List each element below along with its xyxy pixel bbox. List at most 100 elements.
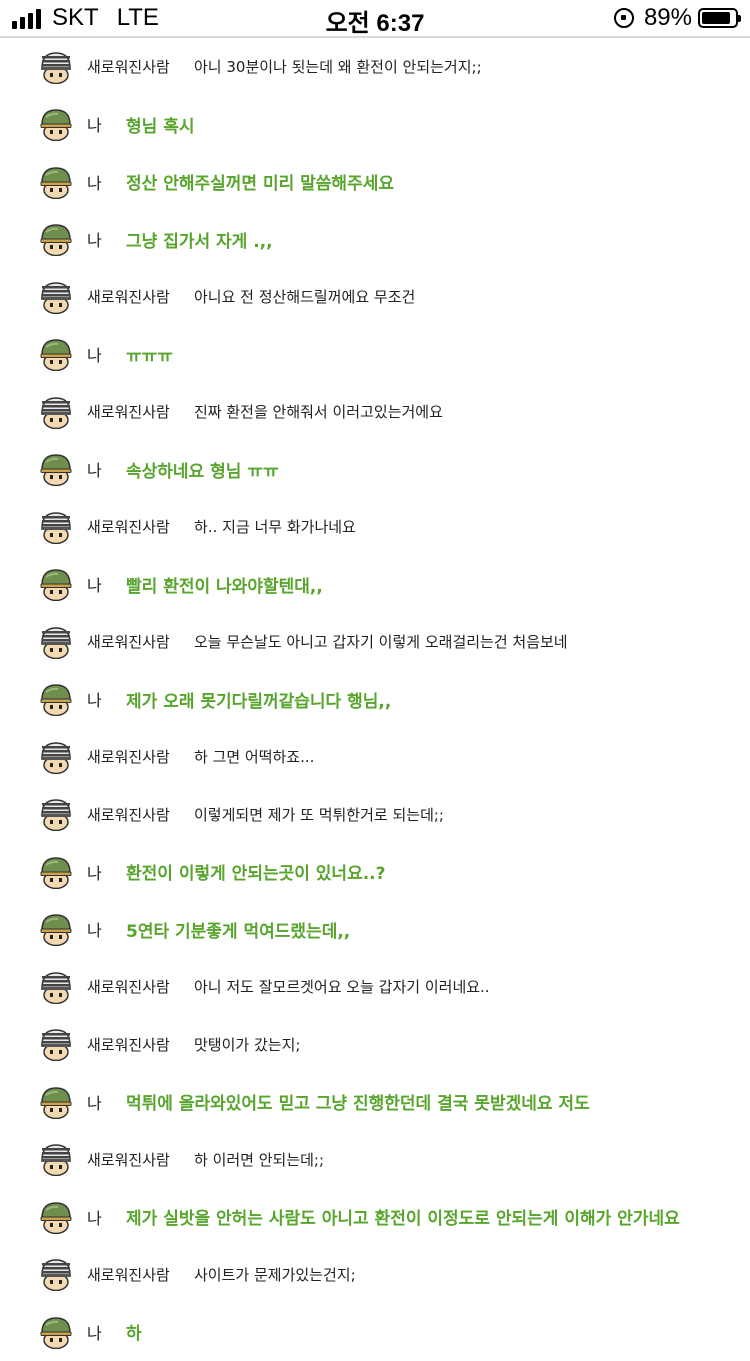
green-helmet-soldier-icon <box>38 1200 74 1234</box>
sender-name: 새로워진사람 <box>87 748 170 767</box>
chat-message-row[interactable]: 나 형님 혹시 <box>0 96 750 154</box>
sender-name: 나 <box>87 921 102 941</box>
striped-helmet-soldier-icon <box>38 1257 74 1292</box>
message-text: 형님 혹시 <box>126 116 195 137</box>
sender-name: 나 <box>87 461 102 481</box>
striped-helmet-soldier-icon <box>38 797 74 832</box>
orientation-lock-icon <box>613 8 634 28</box>
status-bar: SKT LTE 오전 6:37 89% <box>0 0 750 38</box>
sender-name: 나 <box>87 863 102 883</box>
carrier-label: SKT <box>52 4 99 31</box>
sender-name: 나 <box>87 116 102 136</box>
chat-message-row[interactable]: 나 제가 실밧을 안허는 사람도 아니고 환전이 이정도로 안되는게 이해가 안가… <box>0 1188 750 1246</box>
chat-message-row[interactable]: 나 정산 안해주실꺼면 미리 말씀해주세요 <box>0 153 750 211</box>
green-helmet-soldier-icon <box>38 222 74 257</box>
green-helmet-soldier-icon <box>38 567 74 602</box>
message-text: 5연타 기분좋게 먹여드랬는데,, <box>126 921 351 942</box>
sender-name: 나 <box>87 1093 102 1113</box>
battery-icon <box>698 8 741 28</box>
message-text: 오늘 무슨날도 아니고 갑자기 이렇게 오래걸리는건 처음보네 <box>194 633 568 652</box>
chat-message-row[interactable]: 나 5연타 기분좋게 먹여드랬는데,, <box>0 901 750 959</box>
sender-name: 나 <box>87 346 102 366</box>
striped-helmet-soldier-icon <box>38 625 74 659</box>
sender-name: 나 <box>87 576 102 596</box>
striped-helmet-soldier-icon <box>38 740 74 774</box>
striped-helmet-soldier-icon <box>38 1142 74 1177</box>
chat-message-row[interactable]: 새로워진사람 아니 30분이나 됫는데 왜 환전이 안되는거지;; <box>0 38 750 96</box>
green-helmet-soldier-icon <box>38 107 74 142</box>
chat-message-row[interactable]: 새로워진사람 하 이러면 안되는데;; <box>0 1131 750 1189</box>
chat-message-row[interactable]: 나 ㅠㅠㅠ <box>0 326 750 384</box>
sender-name: 새로워진사람 <box>87 58 170 77</box>
chat-message-row[interactable]: 나 제가 오래 못기다릴꺼같습니다 행님,, <box>0 671 750 729</box>
message-text: 아니 저도 잘모르겟어요 오늘 갑자기 이러네요.. <box>194 978 490 997</box>
striped-helmet-soldier-icon <box>38 280 74 314</box>
sender-name: 나 <box>87 691 102 711</box>
chat-message-row[interactable]: 새로워진사람 아니요 전 정산해드릴꺼에요 무조건 <box>0 268 750 326</box>
chat-message-row[interactable]: 새로워진사람 하.. 지금 너무 화가나네요 <box>0 498 750 556</box>
sender-name: 나 <box>87 1208 102 1228</box>
chat-message-row[interactable]: 새로워진사람 맛탱이가 갔는지; <box>0 1016 750 1074</box>
chat-message-row[interactable]: 나 속상하네요 형님 ㅠㅠ <box>0 441 750 499</box>
chat-message-row[interactable]: 새로워진사람 이렇게되면 제가 또 먹튀한거로 되는데;; <box>0 786 750 844</box>
chat-message-row[interactable]: 새로워진사람 하 그면 어떡하죠... <box>0 728 750 786</box>
sender-name: 새로워진사람 <box>87 1265 170 1284</box>
sender-name: 새로워진사람 <box>87 805 170 824</box>
message-text: 하 <box>126 1324 142 1345</box>
striped-helmet-soldier-icon <box>38 510 74 544</box>
message-text: ㅠㅠㅠ <box>126 346 173 367</box>
message-text: 정산 안해주실꺼면 미리 말씀해주세요 <box>126 174 394 195</box>
green-helmet-soldier-icon <box>38 682 74 717</box>
chat-message-row[interactable]: 나 환전이 이렇게 안되는곳이 있너요..? <box>0 843 750 901</box>
sender-name: 새로워진사람 <box>87 403 170 422</box>
chat-log[interactable]: 새로워진사람 아니 30분이나 됫는데 왜 환전이 안되는거지;; 나 형님 혹시 … <box>0 38 750 1361</box>
message-text: 환전이 이렇게 안되는곳이 있너요..? <box>126 864 386 885</box>
sender-name: 새로워진사람 <box>87 978 170 997</box>
sender-name: 나 <box>87 1323 102 1343</box>
message-text: 사이트가 문제가있는건지; <box>194 1265 356 1284</box>
green-helmet-soldier-icon <box>38 855 74 889</box>
green-helmet-soldier-icon <box>38 165 74 199</box>
striped-helmet-soldier-icon <box>38 970 74 1004</box>
chat-message-row[interactable]: 나 그냥 집가서 자게 .,, <box>0 211 750 269</box>
message-text: 아니 30분이나 됫는데 왜 환전이 안되는거지;; <box>194 58 482 77</box>
green-helmet-soldier-icon <box>38 1315 74 1349</box>
message-text: 하 이러면 안되는데;; <box>194 1150 325 1169</box>
sender-name: 나 <box>87 173 102 193</box>
green-helmet-soldier-icon <box>38 337 74 372</box>
chat-message-row[interactable]: 새로워진사람 사이트가 문제가있는건지; <box>0 1246 750 1304</box>
message-text: 하.. 지금 너무 화가나네요 <box>194 518 356 537</box>
message-text: 제가 실밧을 안허는 사람도 아니고 환전이 이정도로 안되는게 이해가 안가네… <box>126 1209 680 1230</box>
green-helmet-soldier-icon <box>38 452 74 487</box>
striped-helmet-soldier-icon <box>38 1027 74 1062</box>
message-text: 먹튀에 올라와있어도 믿고 그냥 진행한던데 결국 못받겠네요 저도 <box>126 1094 590 1115</box>
message-text: 진짜 환전을 안해줘서 이러고있는거에요 <box>194 403 443 422</box>
chat-message-row[interactable]: 새로워진사람 오늘 무슨날도 아니고 갑자기 이렇게 오래걸리는건 처음보네 <box>0 613 750 671</box>
sender-name: 새로워진사람 <box>87 633 170 652</box>
message-text: 빨리 환전이 나와야할텐대,, <box>126 576 323 597</box>
striped-helmet-soldier-icon <box>38 50 74 84</box>
message-text: 속상하네요 형님 ㅠㅠ <box>126 461 279 482</box>
status-left: SKT LTE <box>12 4 159 32</box>
sender-name: 새로워진사람 <box>87 518 170 537</box>
sender-name: 나 <box>87 231 102 251</box>
green-helmet-soldier-icon <box>38 1085 74 1119</box>
message-text: 하 그면 어떡하죠... <box>194 748 315 767</box>
battery-level-fill <box>702 12 731 24</box>
sender-name: 새로워진사람 <box>87 1035 170 1054</box>
message-text: 제가 오래 못기다릴꺼같습니다 행님,, <box>126 691 392 712</box>
chat-message-row[interactable]: 새로워진사람 아니 저도 잘모르겟어요 오늘 갑자기 이러네요.. <box>0 958 750 1016</box>
chat-message-row[interactable]: 나 빨리 환전이 나와야할텐대,, <box>0 556 750 614</box>
chat-message-row[interactable]: 나 먹튀에 올라와있어도 믿고 그냥 진행한던데 결국 못받겠네요 저도 <box>0 1073 750 1131</box>
sender-name: 새로워진사람 <box>87 1150 170 1169</box>
chat-message-row[interactable]: 나하 <box>0 1303 750 1361</box>
message-text: 아니요 전 정산해드릴꺼에요 무조건 <box>194 288 416 307</box>
striped-helmet-soldier-icon <box>38 395 74 429</box>
signal-icon <box>12 7 44 29</box>
green-helmet-soldier-icon <box>38 912 74 947</box>
sender-name: 새로워진사람 <box>87 288 170 307</box>
battery-percent: 89% <box>643 4 692 31</box>
network-label: LTE <box>116 4 159 31</box>
chat-message-row[interactable]: 새로워진사람 진짜 환전을 안해줘서 이러고있는거에요 <box>0 383 750 441</box>
message-text: 그냥 집가서 자게 .,, <box>126 231 273 252</box>
